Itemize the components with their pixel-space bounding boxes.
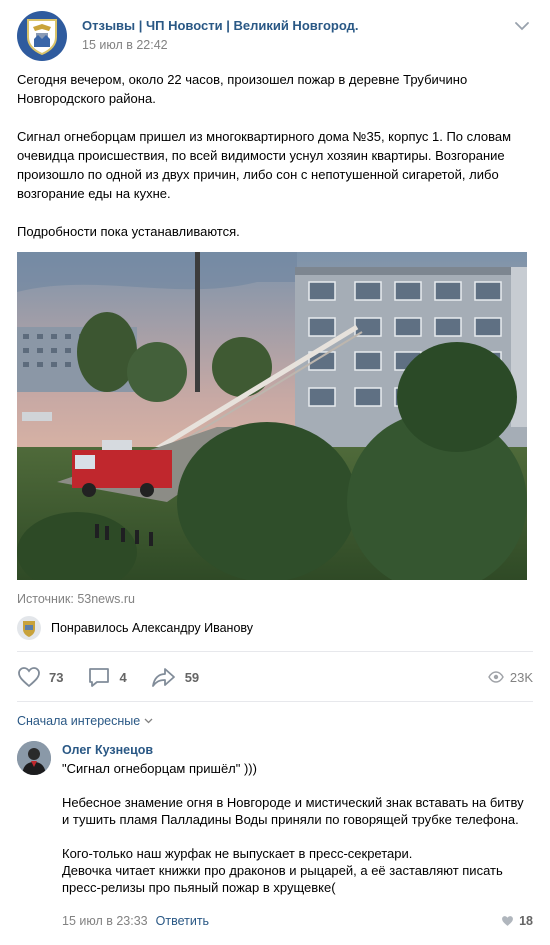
post-paragraph: Сигнал огнеборцам пришел из многоквартир…	[17, 129, 512, 201]
source-link[interactable]: 53news.ru	[77, 592, 135, 606]
chevron-down-icon[interactable]	[515, 21, 529, 31]
post-card: Отзывы | ЧП Новости | Великий Новгород. …	[0, 0, 550, 945]
divider	[17, 651, 533, 652]
group-avatar[interactable]	[17, 11, 67, 61]
post-actions: 73 4 59 23K	[17, 664, 533, 690]
share-count: 59	[184, 669, 200, 685]
share-icon	[151, 668, 175, 687]
comment-paragraph: "Сигнал огнеборцам пришёл" )))	[62, 761, 257, 776]
views-count: 23K	[509, 669, 533, 685]
post-paragraph: Подробности пока устанавливаются.	[17, 224, 240, 239]
comment-like-count: 18	[519, 914, 533, 928]
reply-button[interactable]: Ответить	[156, 914, 209, 928]
fire-scene-photo	[17, 252, 527, 580]
comment-author-link[interactable]: Олег Кузнецов	[62, 742, 533, 758]
like-count: 73	[49, 669, 64, 685]
post-header-text: Отзывы | ЧП Новости | Великий Новгород. …	[82, 17, 533, 54]
comment-like-button[interactable]: 18	[501, 914, 533, 928]
comment-date[interactable]: 15 июл в 23:33	[62, 914, 148, 928]
comment-button[interactable]: 4	[87, 666, 127, 688]
comment-icon	[89, 668, 110, 687]
comment-footer: 15 июл в 23:33 Ответить 18	[62, 914, 533, 928]
post-photo[interactable]	[17, 252, 527, 580]
post-date[interactable]: 15 июл в 22:42	[82, 37, 533, 54]
heart-icon	[502, 916, 514, 926]
like-button[interactable]: 73	[17, 666, 63, 688]
sort-label: Сначала интересные	[17, 714, 141, 728]
share-button[interactable]: 59	[151, 666, 199, 688]
liked-avatar	[17, 616, 41, 640]
views-counter: 23K	[488, 670, 533, 685]
group-emblem-icon	[27, 19, 57, 55]
eye-icon	[488, 671, 504, 683]
comment-text: "Сигнал огнеборцам пришёл" ))) Небесное …	[62, 760, 533, 896]
comments-sort-toggle[interactable]: Сначала интересные	[17, 714, 153, 728]
avatar[interactable]	[17, 741, 51, 775]
post-text: Сегодня вечером, около 22 часов, произош…	[17, 70, 533, 260]
heart-icon	[18, 667, 40, 688]
comment-paragraph: Кого-только наш журфак не выпускает в пр…	[62, 846, 503, 895]
liked-by-row[interactable]: Понравилось Александру Иванову	[17, 616, 253, 640]
post-source: Источник: 53news.ru	[17, 592, 135, 606]
divider	[17, 701, 533, 702]
group-name-link[interactable]: Отзывы | ЧП Новости | Великий Новгород.	[82, 17, 533, 34]
source-label: Источник:	[17, 592, 74, 606]
liked-by-text: Понравилось Александру Иванову	[51, 621, 254, 635]
chevron-down-icon	[144, 718, 153, 724]
comment-body: Олег Кузнецов "Сигнал огнеборцам пришёл"…	[62, 742, 533, 913]
comment-count: 4	[119, 669, 127, 685]
post-paragraph: Сегодня вечером, около 22 часов, произош…	[17, 72, 468, 106]
post-header: Отзывы | ЧП Новости | Великий Новгород. …	[17, 11, 533, 61]
comment-paragraph: Небесное знамение огня в Новгороде и мис…	[62, 795, 524, 827]
